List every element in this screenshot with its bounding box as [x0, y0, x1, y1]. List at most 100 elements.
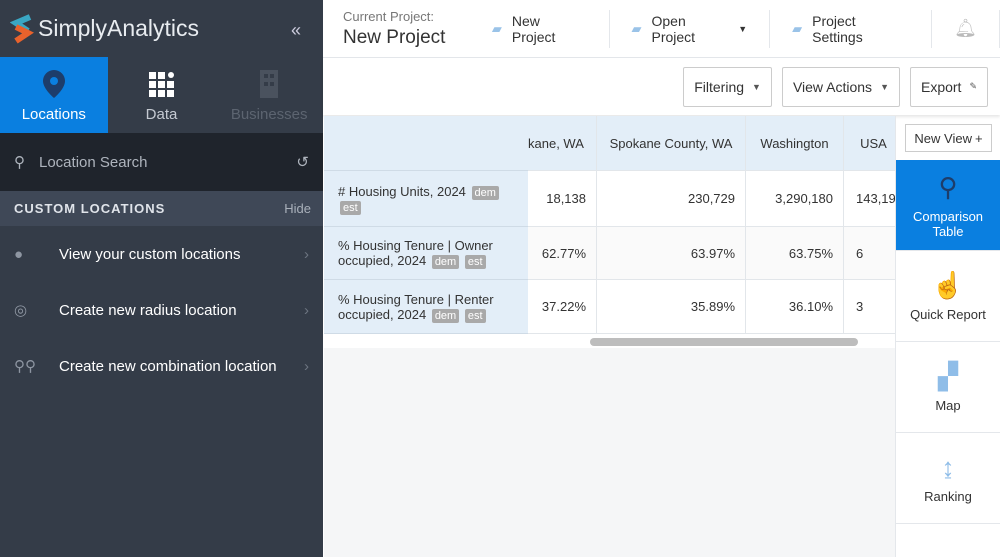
label: New View	[914, 130, 972, 146]
plus-icon: +	[974, 130, 983, 146]
export-button[interactable]: Export ✎	[909, 66, 988, 107]
building-icon	[260, 70, 279, 98]
pointing-hand-icon: ☝	[931, 270, 965, 300]
label: Project Settings	[812, 12, 863, 45]
custom-locations-header: CUSTOM LOCATIONS	[14, 201, 166, 216]
create-radius-location[interactable]: ◎ Create new radius location ›	[0, 282, 323, 338]
table-cell: 35.89%	[597, 280, 746, 334]
tag-dem: dem	[431, 308, 460, 323]
tab-locations[interactable]: Locations	[0, 57, 108, 133]
tab-label: Locations	[21, 106, 86, 123]
chevron-right-icon: ›	[304, 245, 309, 263]
table-cell: 62.77%	[528, 227, 597, 280]
tag-dem: dem	[431, 255, 460, 269]
history-icon[interactable]: ↺	[296, 153, 309, 171]
folder-plus-icon: ▰	[491, 20, 502, 36]
folder-icon: ▰	[631, 20, 642, 36]
notifications-bell-icon[interactable]: 🔔︎	[932, 9, 1000, 48]
table-cell: 3	[844, 280, 895, 334]
item-label: View your custom locations	[59, 245, 241, 263]
comparison-pins-icon: ⚲	[938, 171, 958, 202]
row-header[interactable]: % Housing Tenure | Renter occupied, 2024…	[324, 280, 528, 334]
views-panel: New View + ⚲ Comparison Table ☝ Quick Repor…	[895, 116, 1000, 557]
label: Comparison Table	[912, 208, 984, 239]
label: Filtering	[694, 78, 745, 95]
item-label: Create new combination location	[59, 357, 277, 375]
tab-businesses[interactable]: Businesses	[215, 57, 323, 133]
logo-icon	[10, 13, 34, 43]
combination-pin-icon: ⚲⚲	[14, 358, 36, 375]
collapse-sidebar-button[interactable]: «	[291, 20, 301, 41]
top-bar: Current Project: New Project ▰ New Project…	[323, 0, 1000, 58]
view-quick-report[interactable]: ☝ Quick Report	[896, 251, 1000, 342]
map-pin-icon	[42, 70, 65, 98]
label: Open Project	[651, 12, 696, 45]
table-cell: 143,19	[844, 171, 895, 227]
sidebar: SimplyAnalytics « Locations Data Busines…	[0, 0, 323, 557]
table-empty-area	[324, 348, 895, 557]
table-cell: 18,138	[528, 171, 597, 227]
comparison-table: kane, WA Spokane County, WA Washington USA #…	[324, 116, 895, 348]
filtering-button[interactable]: Filtering ▼	[683, 66, 772, 107]
label: New Project	[511, 12, 556, 45]
table-cell: 63.97%	[597, 227, 746, 280]
column-header[interactable]: Spokane County, WA	[597, 116, 746, 171]
project-name: New Project	[343, 26, 446, 48]
row-header[interactable]: % Housing Tenure | Owner occupied, 2024 …	[324, 227, 528, 280]
tab-data[interactable]: Data	[108, 57, 216, 133]
view-map[interactable]: ▞ Map	[896, 342, 1000, 433]
caret-down-icon: ▼	[752, 81, 761, 92]
location-search-input[interactable]: ⚲ Location Search ↺	[0, 133, 323, 191]
table-cell: 3,290,180	[746, 171, 844, 227]
label: Export	[920, 78, 962, 95]
label: View Actions	[792, 78, 873, 95]
table-cell: 63.75%	[746, 227, 844, 280]
create-combination-location[interactable]: ⚲⚲ Create new combination location ›	[0, 338, 323, 394]
tag-est: est	[464, 308, 486, 323]
table-cell: 37.22%	[528, 280, 597, 334]
new-project-button[interactable]: ▰ New Project	[470, 9, 610, 48]
caret-down-icon: ▼	[738, 23, 748, 34]
new-view-button[interactable]: New View +	[905, 124, 992, 152]
column-header[interactable]: USA	[844, 116, 895, 171]
map-icon: ▞	[938, 361, 958, 391]
row-header[interactable]: # Housing Units, 2024 dem est	[324, 171, 528, 227]
column-header[interactable]: Washington	[746, 116, 844, 171]
table-cell: 230,729	[597, 171, 746, 227]
hide-button[interactable]: Hide	[284, 201, 311, 216]
label: Ranking	[924, 489, 972, 504]
caret-down-icon: ▼	[880, 81, 889, 92]
row-label: # Housing Units, 2024	[338, 183, 466, 199]
chevron-right-icon: ›	[304, 357, 309, 375]
export-icon: ✎	[969, 81, 977, 91]
column-header[interactable]: kane, WA	[528, 116, 597, 171]
search-placeholder: Location Search	[39, 153, 148, 171]
ranking-icon: ↨	[941, 452, 955, 482]
logo: SimplyAnalytics	[0, 0, 323, 57]
person-icon: ●	[14, 245, 24, 263]
settings-folder-icon: ▰	[792, 20, 803, 36]
horizontal-scrollbar[interactable]	[590, 338, 858, 346]
view-custom-locations[interactable]: ● View your custom locations ›	[0, 226, 323, 282]
view-actions-button[interactable]: View Actions ▼	[781, 66, 900, 107]
grid-icon	[148, 72, 174, 97]
tag-est: est	[340, 200, 361, 215]
app-name: SimplyAnalytics	[38, 15, 200, 41]
search-icon: ⚲	[14, 154, 25, 171]
tab-label: Businesses	[230, 106, 308, 123]
label: Quick Report	[910, 307, 986, 322]
radius-pin-icon: ◎	[14, 302, 28, 319]
view-ranking[interactable]: ↨ Ranking	[896, 433, 1000, 524]
open-project-button[interactable]: ▰ Open Project ▼	[610, 9, 771, 48]
project-settings-button[interactable]: ▰ Project Settings	[770, 9, 933, 48]
toolbar: Filtering ▼ View Actions ▼ Export ✎	[323, 58, 1000, 115]
tag-est: est	[464, 255, 486, 269]
tab-label: Data	[145, 106, 178, 123]
label: Map	[935, 398, 961, 413]
table-cell: 6	[844, 227, 895, 280]
corner-header	[324, 116, 528, 171]
tag-dem: dem	[471, 185, 499, 200]
current-project-label: Current Project:	[343, 8, 435, 24]
table-cell: 36.10%	[746, 280, 844, 334]
view-comparison-table[interactable]: ⚲ Comparison Table	[896, 160, 1000, 251]
